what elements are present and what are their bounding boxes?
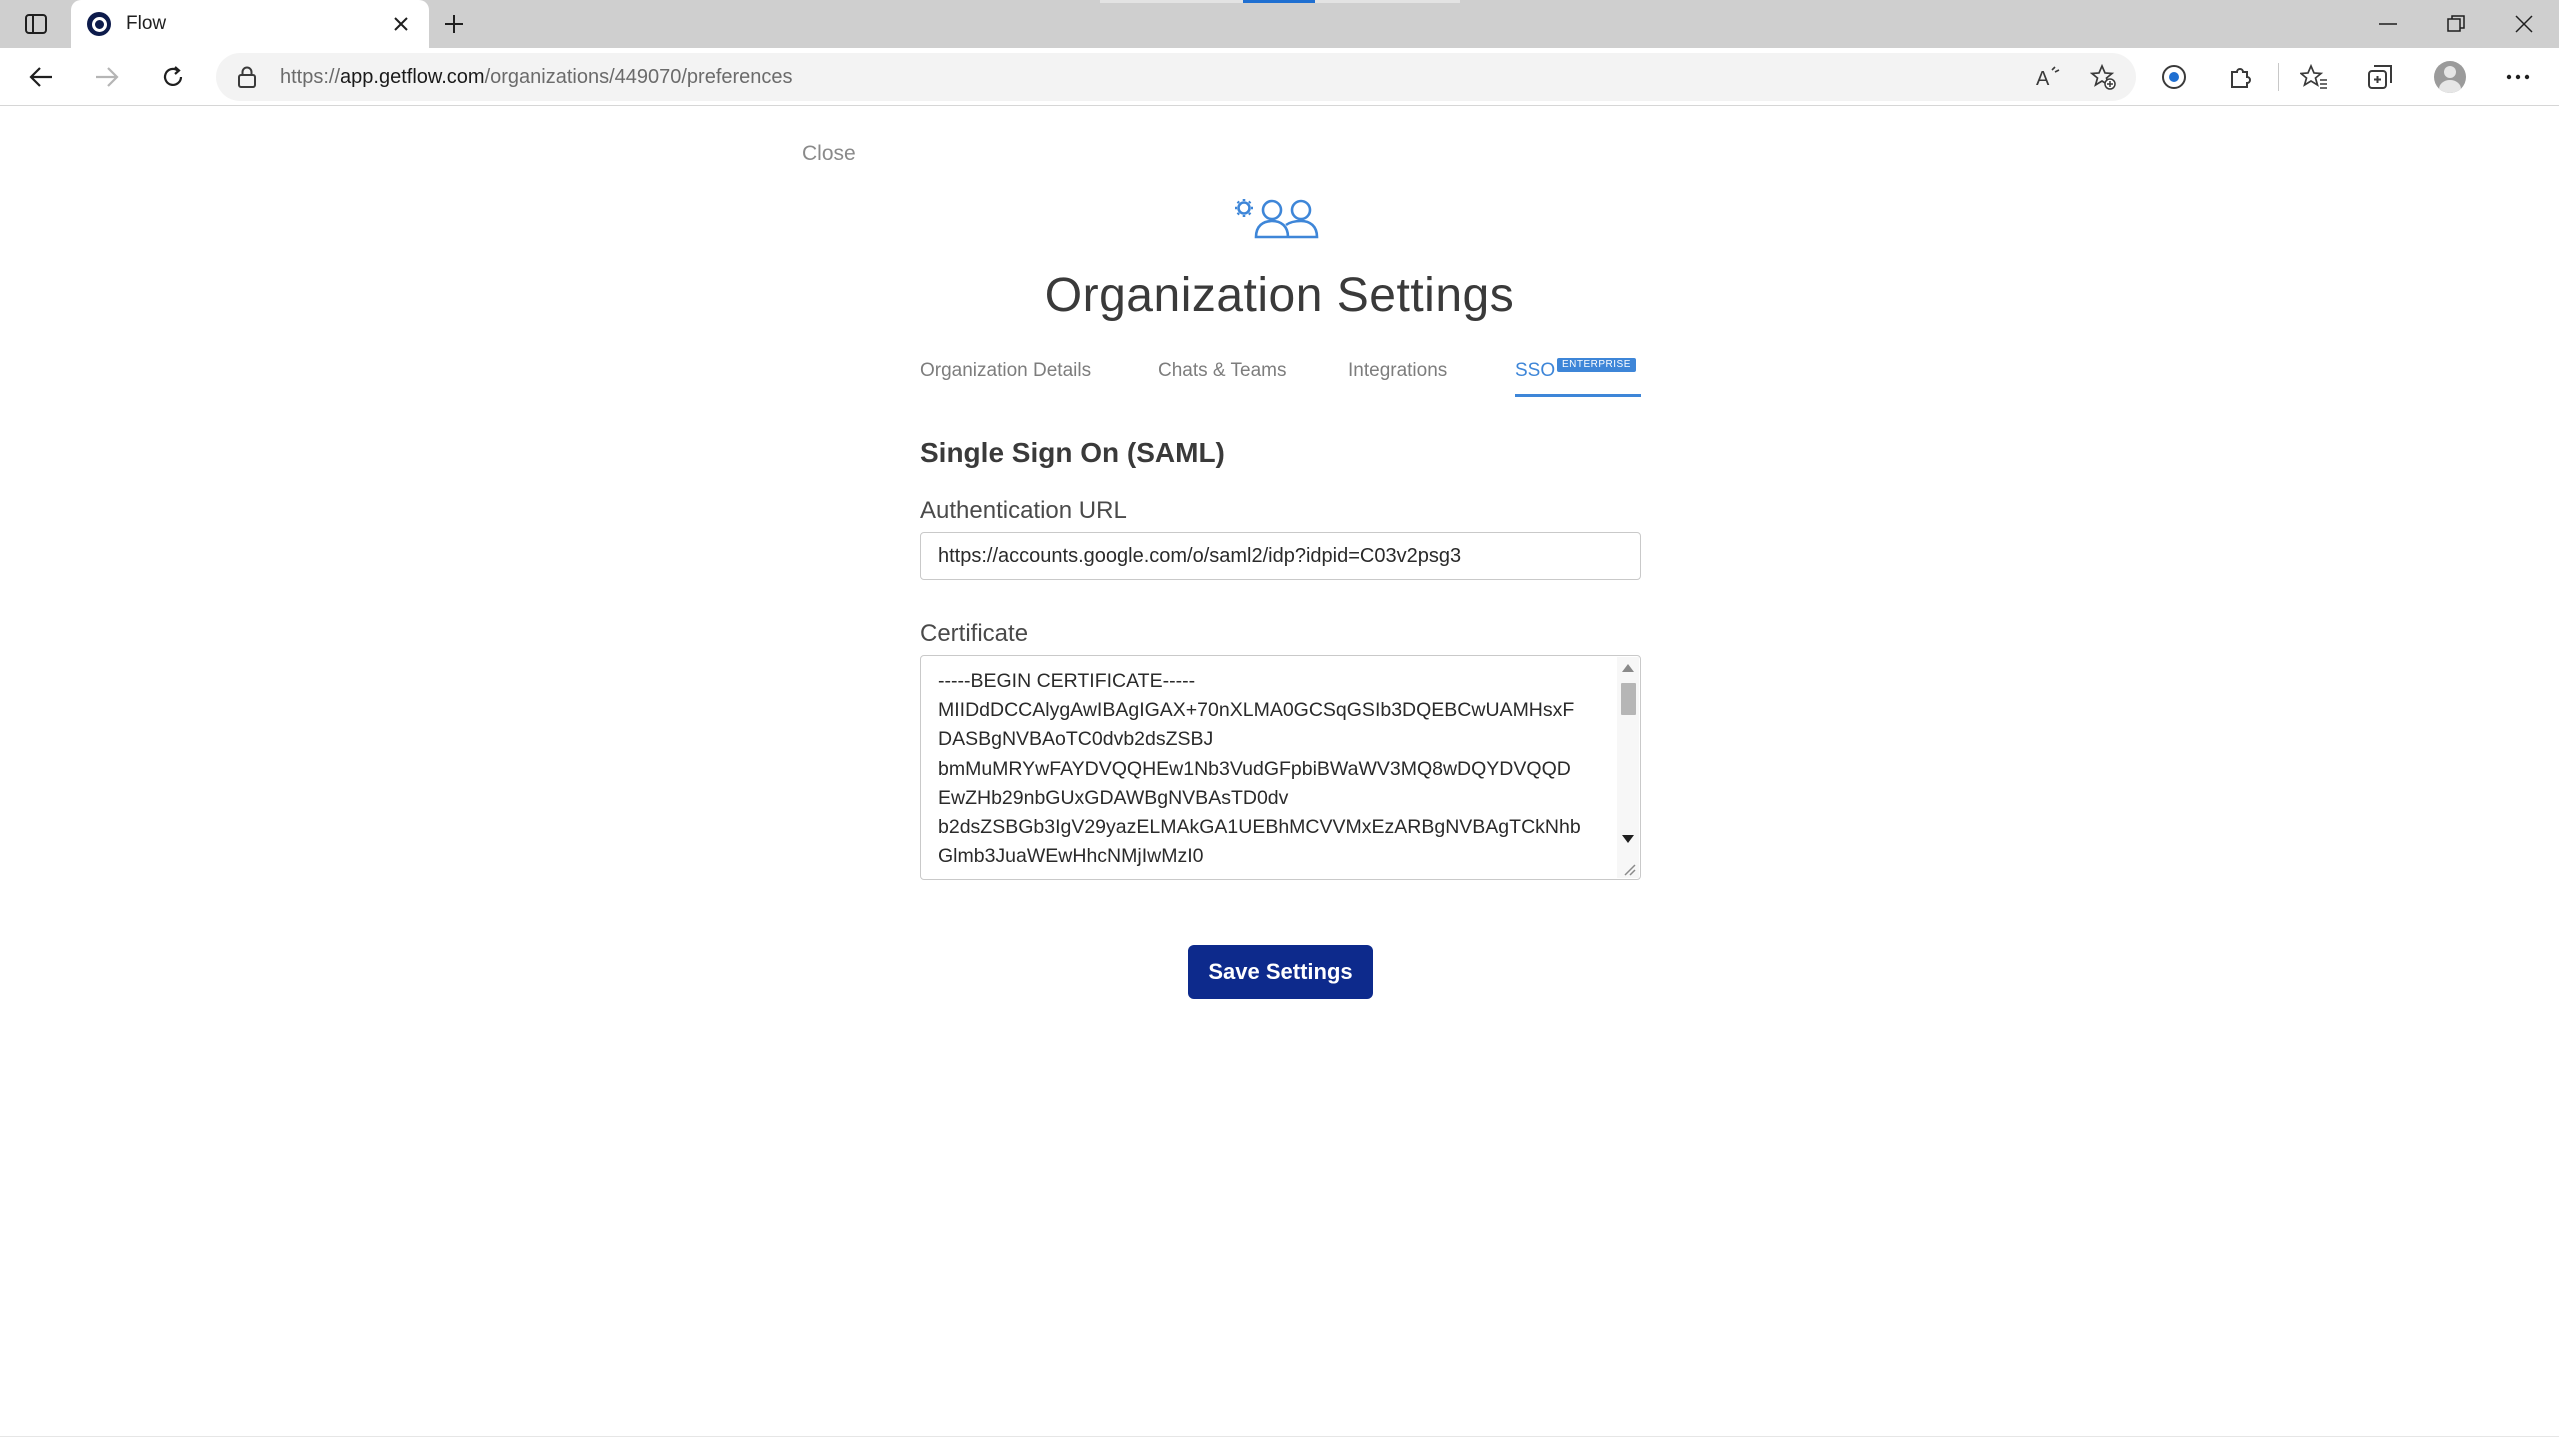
- resize-handle-icon[interactable]: [1622, 862, 1636, 876]
- save-settings-button[interactable]: Save Settings: [1188, 945, 1373, 999]
- extensions-icon[interactable]: [2220, 57, 2260, 97]
- page-bottom-border: [0, 1436, 2559, 1437]
- authentication-url-label: Authentication URL: [920, 497, 1127, 524]
- plus-icon[interactable]: [437, 8, 471, 40]
- tab-sso[interactable]: SSO: [1515, 360, 1555, 382]
- tab-title: Flow: [126, 13, 167, 34]
- forward-icon[interactable]: [87, 57, 127, 97]
- authentication-url-input[interactable]: [920, 532, 1641, 580]
- svg-text:A: A: [2036, 68, 2050, 88]
- certificate-scrollbar[interactable]: [1617, 657, 1639, 878]
- window-close-icon[interactable]: [2489, 0, 2559, 48]
- read-aloud-icon[interactable]: A: [2031, 59, 2067, 95]
- url-host: app.getflow.com: [340, 66, 485, 88]
- url-prefix: https://: [280, 66, 341, 88]
- lock-icon[interactable]: [238, 66, 256, 93]
- tab-chats-teams[interactable]: Chats & Teams: [1158, 360, 1286, 382]
- minimize-icon[interactable]: [2353, 0, 2423, 48]
- organization-settings-icon: [1234, 193, 1324, 243]
- certificate-textarea[interactable]: -----BEGIN CERTIFICATE----- MIIDdDCCAlyg…: [920, 655, 1641, 880]
- more-icon[interactable]: [2498, 57, 2538, 97]
- tracking-icon[interactable]: [2154, 57, 2194, 97]
- restore-icon[interactable]: [2421, 0, 2491, 48]
- favorites-icon[interactable]: [2294, 57, 2334, 97]
- enterprise-badge: ENTERPRISE: [1557, 358, 1636, 372]
- tab-strip-indicator: [1100, 0, 1460, 3]
- scroll-down-arrow-icon[interactable]: [1622, 835, 1634, 843]
- profile-icon[interactable]: [2434, 61, 2466, 93]
- browser-toolbar: https://app.getflow.com/organizations/44…: [0, 48, 2559, 106]
- close-link[interactable]: Close: [802, 142, 856, 166]
- browser-tab-strip: Flow: [0, 0, 2559, 48]
- scroll-thumb[interactable]: [1621, 683, 1636, 715]
- page-title: Organization Settings: [1044, 269, 1515, 322]
- certificate-label: Certificate: [920, 620, 1029, 647]
- collections-icon[interactable]: [2360, 57, 2400, 97]
- back-icon[interactable]: [21, 57, 61, 97]
- tab-integrations[interactable]: Integrations: [1348, 360, 1447, 382]
- browser-tab[interactable]: Flow: [71, 0, 429, 48]
- scroll-up-arrow-icon[interactable]: [1622, 664, 1634, 672]
- toolbar-separator: [2278, 63, 2279, 91]
- url-text[interactable]: https://app.getflow.com/organizations/44…: [280, 66, 793, 89]
- close-icon[interactable]: [387, 10, 415, 38]
- sidebar-toggle-icon[interactable]: [18, 10, 54, 38]
- section-title: Single Sign On (SAML): [920, 437, 1225, 468]
- add-favorite-icon[interactable]: [2085, 59, 2121, 95]
- flow-favicon-icon: [87, 12, 111, 36]
- active-tab-underline: [1515, 394, 1641, 397]
- tab-organization-details[interactable]: Organization Details: [920, 360, 1091, 382]
- refresh-icon[interactable]: [153, 57, 193, 97]
- settings-tabs: Organization Details Chats & Teams Integ…: [920, 352, 1641, 398]
- certificate-text[interactable]: -----BEGIN CERTIFICATE----- MIIDdDCCAlyg…: [938, 667, 1608, 872]
- address-bar[interactable]: https://app.getflow.com/organizations/44…: [216, 53, 2136, 101]
- url-path: /organizations/449070/preferences: [484, 66, 793, 88]
